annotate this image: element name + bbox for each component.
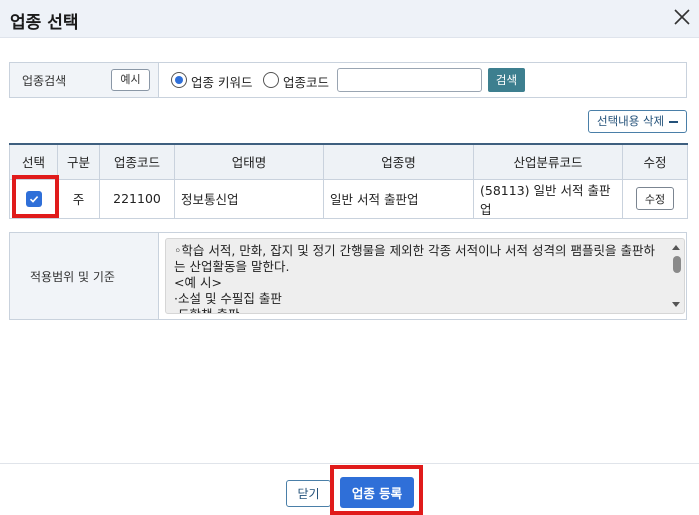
- register-button[interactable]: 업종 등록: [340, 477, 414, 508]
- edit-cell: 수정: [622, 178, 688, 219]
- scope-panel: 적용범위 및 기준 ◦학습 서적, 만화, 잡지 및 정기 간행물을 제외한 각…: [9, 232, 687, 320]
- radio-code[interactable]: [263, 72, 279, 88]
- scope-label-cell: 적용범위 및 기준: [10, 233, 159, 319]
- row-code: 221100: [99, 178, 175, 219]
- check-icon: [29, 195, 38, 203]
- header-code: 업종코드: [99, 143, 175, 180]
- row-industry-name: 일반 서적 출판업: [323, 178, 474, 219]
- clear-selection-button[interactable]: 선택내용 삭제: [588, 110, 687, 133]
- close-button[interactable]: 닫기: [286, 480, 331, 507]
- radio-keyword[interactable]: [171, 72, 187, 88]
- dialog-header: 업종 선택: [0, 0, 699, 38]
- dialog-footer: 닫기 업종 등록: [0, 463, 699, 515]
- search-button[interactable]: 검색: [488, 68, 525, 92]
- dialog-title: 업종 선택: [10, 13, 79, 33]
- example-button[interactable]: 예시: [111, 69, 150, 91]
- minus-icon: [669, 121, 678, 123]
- clear-selection-label: 선택내용 삭제: [597, 114, 665, 128]
- industry-table: 선택 구분 업종코드 업태명 업종명 산업분류코드 수정 주 221100 정보…: [9, 143, 688, 219]
- header-select: 선택: [9, 143, 58, 180]
- search-panel: 업종검색 예시 업종 키워드 업종코드 검색: [9, 62, 687, 98]
- scope-textarea[interactable]: ◦학습 서적, 만화, 잡지 및 정기 간행물을 제외한 각종 서적이나 서적 …: [165, 238, 685, 314]
- select-cell: [9, 178, 58, 219]
- search-input[interactable]: [337, 68, 482, 92]
- radio-code-label[interactable]: 업종코드: [283, 72, 329, 91]
- row-checkbox[interactable]: [25, 190, 42, 207]
- table-header-row: 선택 구분 업종코드 업태명 업종명 산업분류코드 수정: [9, 143, 688, 180]
- row-business-type: 정보통신업: [174, 178, 324, 219]
- header-business-type: 업태명: [174, 143, 324, 180]
- table-row: 주 221100 정보통신업 일반 서적 출판업 (58113) 일반 서적 출…: [9, 178, 688, 219]
- scrollbar-thumb[interactable]: [673, 256, 681, 273]
- row-classification: (58113) 일반 서적 출판업: [473, 178, 623, 219]
- row-type: 주: [57, 178, 100, 219]
- close-icon[interactable]: [671, 6, 693, 28]
- scroll-up-icon[interactable]: [672, 245, 680, 250]
- scroll-down-icon[interactable]: [672, 302, 680, 307]
- edit-button[interactable]: 수정: [636, 187, 674, 210]
- radio-keyword-label[interactable]: 업종 키워드: [191, 72, 252, 91]
- header-type: 구분: [57, 143, 100, 180]
- scope-label: 적용범위 및 기준: [30, 270, 115, 284]
- header-classification: 산업분류코드: [473, 143, 623, 180]
- search-label-cell: 업종검색 예시: [10, 63, 159, 97]
- search-label: 업종검색: [22, 74, 67, 88]
- header-industry-name: 업종명: [323, 143, 474, 180]
- scope-text: ◦학습 서적, 만화, 잡지 및 정기 간행물을 제외한 각종 서적이나 서적 …: [174, 243, 655, 313]
- header-edit: 수정: [622, 143, 688, 180]
